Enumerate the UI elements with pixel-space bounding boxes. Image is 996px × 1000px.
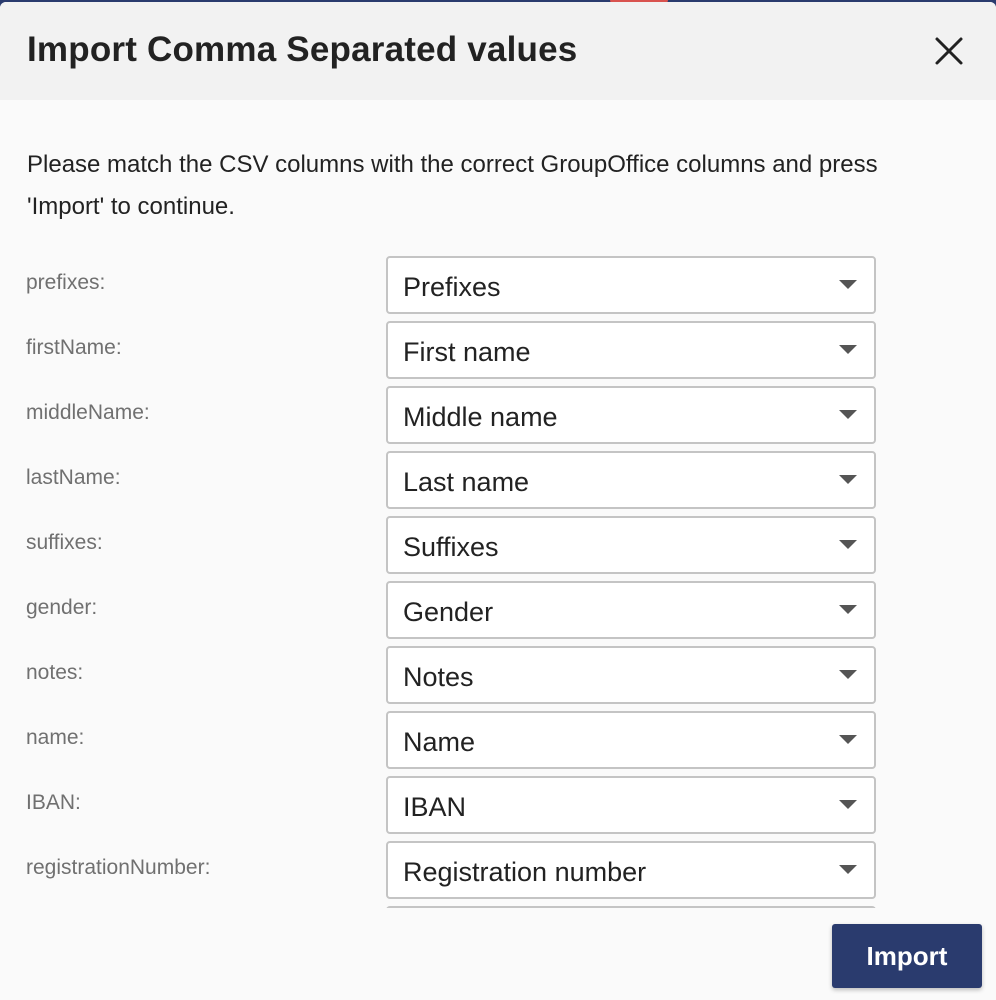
field-label: firstName: — [26, 336, 122, 359]
chevron-down-icon — [839, 345, 857, 354]
select-value: IBAN — [403, 792, 467, 822]
close-button[interactable] — [928, 30, 970, 72]
select-value: Last name — [403, 467, 530, 497]
mapping-row-prefixes: prefixes: Prefixes — [0, 256, 996, 314]
select-value: Middle name — [403, 402, 558, 432]
mapping-row-iban: IBAN: IBAN — [0, 776, 996, 834]
field-label: suffixes: — [26, 531, 103, 554]
dialog-footer: Import — [0, 908, 996, 1000]
dialog-content: Please match the CSV columns with the co… — [0, 100, 996, 908]
column-select-suffixes[interactable]: Suffixes — [386, 516, 876, 574]
field-label: registrationNumber: — [26, 856, 211, 879]
mapping-row-firstname: firstName: First name — [0, 321, 996, 379]
column-select-middlename[interactable]: Middle name — [386, 386, 876, 444]
chevron-down-icon — [839, 670, 857, 679]
column-select-gender[interactable]: Gender — [386, 581, 876, 639]
column-select-iban[interactable]: IBAN — [386, 776, 876, 834]
field-label: lastName: — [26, 466, 121, 489]
chevron-down-icon — [839, 280, 857, 289]
field-label: prefixes: — [26, 271, 106, 294]
select-value: Registration number — [403, 857, 647, 887]
mapping-row-lastname: lastName: Last name — [0, 451, 996, 509]
import-csv-dialog: Import Comma Separated values Please mat… — [0, 2, 996, 1000]
column-select-registrationnumber[interactable]: Registration number — [386, 841, 876, 899]
column-select-lastname[interactable]: Last name — [386, 451, 876, 509]
chevron-down-icon — [839, 540, 857, 549]
field-label: middleName: — [26, 401, 150, 424]
chevron-down-icon — [839, 605, 857, 614]
mapping-row-name: name: Name — [0, 711, 996, 769]
mapping-row-middlename: middleName: Middle name — [0, 386, 996, 444]
chevron-down-icon — [839, 475, 857, 484]
field-label: notes: — [26, 661, 84, 684]
mapping-row-suffixes: suffixes: Suffixes — [0, 516, 996, 574]
mapping-row-notes: notes: Notes — [0, 646, 996, 704]
close-icon — [935, 37, 963, 65]
chevron-down-icon — [839, 800, 857, 809]
column-select-name[interactable]: Name — [386, 711, 876, 769]
mapping-row-gender: gender: Gender — [0, 581, 996, 639]
select-value: Gender — [403, 597, 494, 627]
dialog-title: Import Comma Separated values — [27, 30, 578, 69]
select-value: Suffixes — [403, 532, 499, 562]
field-label: IBAN: — [26, 791, 81, 814]
select-value: Notes — [403, 662, 474, 692]
select-value: Name — [403, 727, 476, 757]
field-label: name: — [26, 726, 85, 749]
column-select-prefixes[interactable]: Prefixes — [386, 256, 876, 314]
select-value: First name — [403, 337, 531, 367]
chevron-down-icon — [839, 865, 857, 874]
import-button[interactable]: Import — [832, 924, 982, 988]
column-select-firstname[interactable]: First name — [386, 321, 876, 379]
field-label: gender: — [26, 596, 98, 619]
chevron-down-icon — [839, 735, 857, 744]
column-select-notes[interactable]: Notes — [386, 646, 876, 704]
chevron-down-icon — [839, 410, 857, 419]
instructions-text: Please match the CSV columns with the co… — [27, 151, 878, 220]
dialog-header: Import Comma Separated values — [0, 2, 996, 100]
mapping-row-registrationnumber: registrationNumber: Registration number — [0, 841, 996, 899]
select-value: Prefixes — [403, 272, 501, 302]
